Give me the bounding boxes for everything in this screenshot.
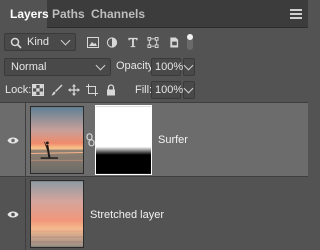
chevron-down-icon — [95, 60, 106, 71]
layer-row-stretched[interactable]: Stretched layer — [0, 178, 308, 250]
fill-slider-button[interactable] — [183, 81, 195, 99]
blend-row: Normal Opacity: 100% — [0, 56, 308, 78]
layer-mask-thumbnail[interactable] — [95, 105, 152, 175]
layer-name-surfer[interactable]: Surfer — [158, 134, 188, 146]
tab-paths[interactable]: Paths — [47, 0, 89, 28]
chevron-down-icon — [183, 83, 194, 94]
smart-object-filter-icon[interactable] — [168, 37, 180, 48]
fill-label: Fill: — [135, 84, 153, 96]
blend-mode-value: Normal — [11, 61, 47, 73]
panel-tab-bar: Layers Paths Channels — [0, 0, 308, 29]
opacity-slider-button[interactable] — [183, 58, 195, 76]
panel-menu-icon[interactable] — [290, 9, 302, 19]
adjustment-filter-icon[interactable] — [106, 37, 118, 48]
shape-filter-icon[interactable] — [147, 37, 159, 48]
chevron-down-icon — [60, 35, 71, 46]
tab-channels[interactable]: Channels — [86, 0, 146, 28]
filter-row: Kind — [0, 30, 308, 54]
opacity-input[interactable]: 100% — [151, 58, 183, 76]
filter-toggle-switch[interactable] — [187, 34, 193, 50]
eye-icon[interactable] — [7, 210, 19, 219]
visibility-column — [0, 178, 26, 250]
lock-artboard-icon[interactable] — [86, 84, 98, 96]
lock-all-icon[interactable] — [105, 84, 117, 96]
toggle-knob — [187, 34, 193, 40]
layer-name-stretched[interactable]: Stretched layer — [90, 209, 164, 221]
layer-row-surfer[interactable]: Surfer — [0, 102, 308, 177]
lock-image-pixels-icon[interactable] — [51, 84, 63, 96]
tab-layers[interactable]: Layers — [0, 0, 49, 29]
layer-thumbnail-stretched[interactable] — [30, 180, 84, 248]
type-filter-icon[interactable] — [127, 37, 139, 48]
lock-transparent-pixels-icon[interactable] — [32, 84, 44, 96]
mask-link-icon[interactable] — [86, 133, 95, 147]
lock-position-icon[interactable] — [68, 84, 80, 96]
eye-icon[interactable] — [7, 136, 19, 145]
visibility-column — [0, 103, 26, 176]
chevron-down-icon — [183, 60, 194, 71]
filter-kind-dropdown[interactable]: Kind — [4, 33, 76, 51]
search-icon — [10, 37, 22, 49]
lock-label: Lock: — [5, 84, 32, 96]
filter-kind-label: Kind — [27, 36, 50, 48]
image-filter-icon[interactable] — [87, 37, 99, 48]
lock-row: Lock: Fill: 100% — [0, 80, 308, 100]
layers-list: Surfer Stretched layer — [0, 102, 308, 250]
layer-thumbnail-surfer[interactable] — [30, 106, 84, 174]
blend-mode-dropdown[interactable]: Normal — [4, 58, 111, 76]
fill-input[interactable]: 100% — [151, 81, 183, 99]
